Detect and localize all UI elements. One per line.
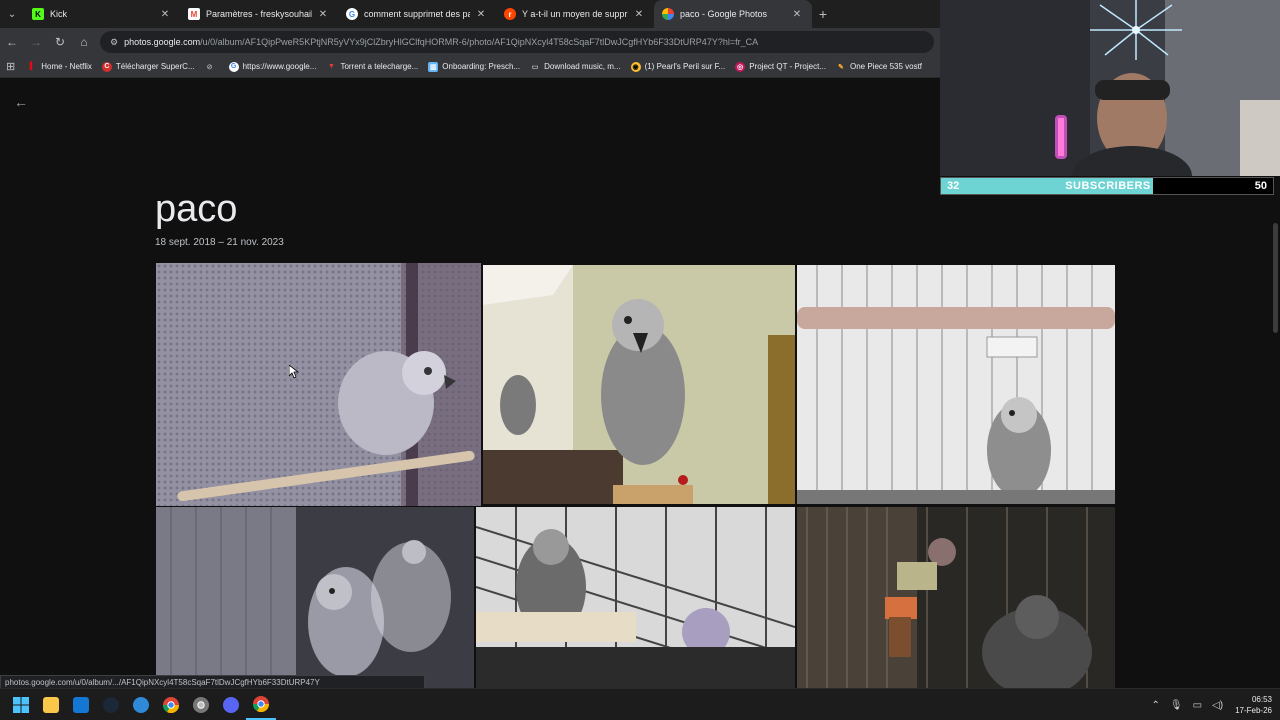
tab-google-search[interactable]: G comment supprimet des pages ✕ [338, 0, 496, 28]
bookmark-label: Télécharger SuperC... [115, 62, 195, 71]
bookmark-label: https://www.google... [242, 62, 317, 71]
torrent-icon: ▼ [327, 63, 335, 70]
bookmark-label: Onboarding: Presch... [442, 62, 521, 71]
close-icon[interactable]: ✕ [790, 9, 804, 20]
browser-toolbar: ← → ↻ ⌂ ⚙ photos.google.com/u/0/album/AF… [0, 28, 940, 56]
system-tray: ⌃ 🎙 ▭ ◁) 06:53 17-Feb-26 [1142, 689, 1273, 720]
photo-thumbnail[interactable] [476, 507, 795, 688]
chrome-active-icon[interactable] [246, 690, 276, 720]
network-icon[interactable]: ▭ [1193, 700, 1202, 711]
tab-title: paco - Google Photos [680, 9, 768, 19]
tab-title: Kick [50, 9, 68, 19]
qt-icon: ◎ [735, 61, 746, 72]
subscriber-goal: 50 [1254, 180, 1267, 192]
globe-icon: ⊘ [206, 63, 213, 71]
c-icon: C [101, 61, 112, 72]
bookmark-torrent[interactable]: ▼ Torrent a telecharge... [326, 62, 418, 72]
bookmark-pearls-peril[interactable]: ◉ (1) Pearl's Peril sur F... [630, 61, 726, 72]
back-arrow-icon[interactable]: ← [14, 94, 28, 110]
google-photos-icon [662, 8, 674, 20]
forward-button[interactable]: → [24, 30, 48, 54]
bookmark-netflix[interactable]: ▌ Home - Netflix [27, 62, 92, 72]
mouse-cursor-icon [288, 364, 300, 384]
page-scrollbar[interactable] [1273, 223, 1278, 333]
chevron-up-icon[interactable]: ⌃ [1152, 700, 1160, 711]
tab-search-button[interactable]: ⌄ [0, 0, 24, 28]
pen-icon: ✎ [838, 63, 844, 71]
photo-thumbnail[interactable] [797, 507, 1115, 688]
close-icon[interactable]: ✕ [158, 9, 172, 20]
tab-kick[interactable]: K Kick ✕ [24, 0, 180, 28]
tab-google-photos[interactable]: paco - Google Photos ✕ [654, 0, 812, 28]
close-icon[interactable]: ✕ [316, 9, 330, 20]
clock-date: 17-Feb-26 [1235, 706, 1272, 715]
kick-icon: K [32, 8, 44, 20]
album-dates: 18 sept. 2018 – 21 nov. 2023 [155, 237, 284, 248]
gmail-icon: M [188, 8, 200, 20]
onboarding-icon: ▥ [428, 61, 439, 72]
chrome-icon[interactable] [156, 690, 186, 720]
status-url-bubble: photos.google.com/u/0/album/.../AF1QipNX… [0, 675, 425, 689]
chrome-dev-icon[interactable] [186, 690, 216, 720]
bookmark-label: Download music, m... [544, 62, 621, 71]
tab-strip: ⌄ K Kick ✕ M Paramètres - freskysouhaib@… [0, 0, 940, 28]
bookmark-label: Project QT - Project... [749, 62, 826, 71]
reddit-icon: r [504, 8, 516, 20]
outlook-icon[interactable] [66, 690, 96, 720]
url-host: photos.google.com [124, 37, 201, 47]
bookmark-onboarding[interactable]: ▥ Onboarding: Presch... [428, 61, 521, 72]
clock-time: 06:53 [1251, 695, 1272, 704]
bookmark-globe[interactable]: ⊘ [205, 62, 219, 72]
pearl-icon: ◉ [630, 61, 641, 72]
bookmark-superc[interactable]: C Télécharger SuperC... [101, 61, 195, 72]
tab-title: Y a-t-il un moyen de supprimer [522, 9, 628, 19]
site-info-icon[interactable]: ⚙ [110, 37, 118, 48]
back-button[interactable]: ← [0, 30, 24, 54]
bookmark-label: (1) Pearl's Peril sur F... [644, 62, 726, 71]
steam-icon[interactable] [96, 690, 126, 720]
photo-thumbnail[interactable] [483, 265, 795, 504]
home-button[interactable]: ⌂ [72, 30, 96, 54]
screen: ⌄ K Kick ✕ M Paramètres - freskysouhaib@… [0, 0, 1280, 720]
tab-title: Paramètres - freskysouhaib@gm [206, 9, 312, 19]
file-explorer-icon[interactable] [36, 690, 66, 720]
tab-title: comment supprimet des pages [364, 9, 470, 19]
bookmarks-bar: ⊞ ▌ Home - Netflix C Télécharger SuperC...… [0, 56, 940, 78]
google-icon: G [346, 8, 358, 20]
volume-icon[interactable]: ◁) [1212, 700, 1223, 711]
close-icon[interactable]: ✕ [632, 9, 646, 20]
subscriber-goal-bar: 32 SUBSCRIBERS 50 [940, 177, 1274, 195]
tab-reddit[interactable]: r Y a-t-il un moyen de supprimer ✕ [496, 0, 654, 28]
apps-grid-icon[interactable]: ⊞ [6, 60, 15, 73]
tab-gmail[interactable]: M Paramètres - freskysouhaib@gm ✕ [180, 0, 338, 28]
bookmark-label: One Piece 535 vostf [849, 62, 923, 71]
album-title: paco [155, 188, 238, 230]
monitor-icon: ▭ [531, 63, 539, 71]
bookmark-google[interactable]: Ghttps://www.google... [228, 61, 317, 72]
webcam-overlay [940, 0, 1280, 176]
google-icon: G [228, 61, 239, 72]
close-icon[interactable]: ✕ [474, 9, 488, 20]
reload-button[interactable]: ↻ [48, 30, 72, 54]
bookmark-one-piece[interactable]: ✎ One Piece 535 vostf [836, 62, 922, 72]
photo-thumbnail[interactable] [797, 265, 1115, 504]
url-path: /u/0/album/AF1QipPweR5KPtjNR5yVYx9jClZbr… [200, 37, 759, 47]
netflix-icon: ▌ [29, 63, 35, 70]
subscriber-label: SUBSCRIBERS [1065, 180, 1151, 192]
bookmark-label: Torrent a telecharge... [340, 62, 419, 71]
microphone-icon[interactable]: 🎙 [1170, 700, 1183, 711]
photo-thumbnail[interactable] [156, 507, 474, 688]
discord-icon[interactable] [216, 690, 246, 720]
address-bar[interactable]: ⚙ photos.google.com/u/0/album/AF1QipPweR… [100, 31, 934, 53]
edge-icon[interactable] [126, 690, 156, 720]
photo-thumbnail[interactable] [156, 263, 481, 506]
bookmark-label: Home - Netflix [41, 62, 92, 71]
new-tab-button[interactable]: + [812, 6, 834, 22]
bookmark-project-qt[interactable]: ◎ Project QT - Project... [735, 61, 826, 72]
clock[interactable]: 06:53 17-Feb-26 [1235, 694, 1272, 716]
windows-start-icon[interactable] [6, 690, 36, 720]
bookmark-download-music[interactable]: ▭ Download music, m... [530, 62, 621, 72]
windows-taskbar: ⌃ 🎙 ▭ ◁) 06:53 17-Feb-26 [0, 688, 1280, 720]
